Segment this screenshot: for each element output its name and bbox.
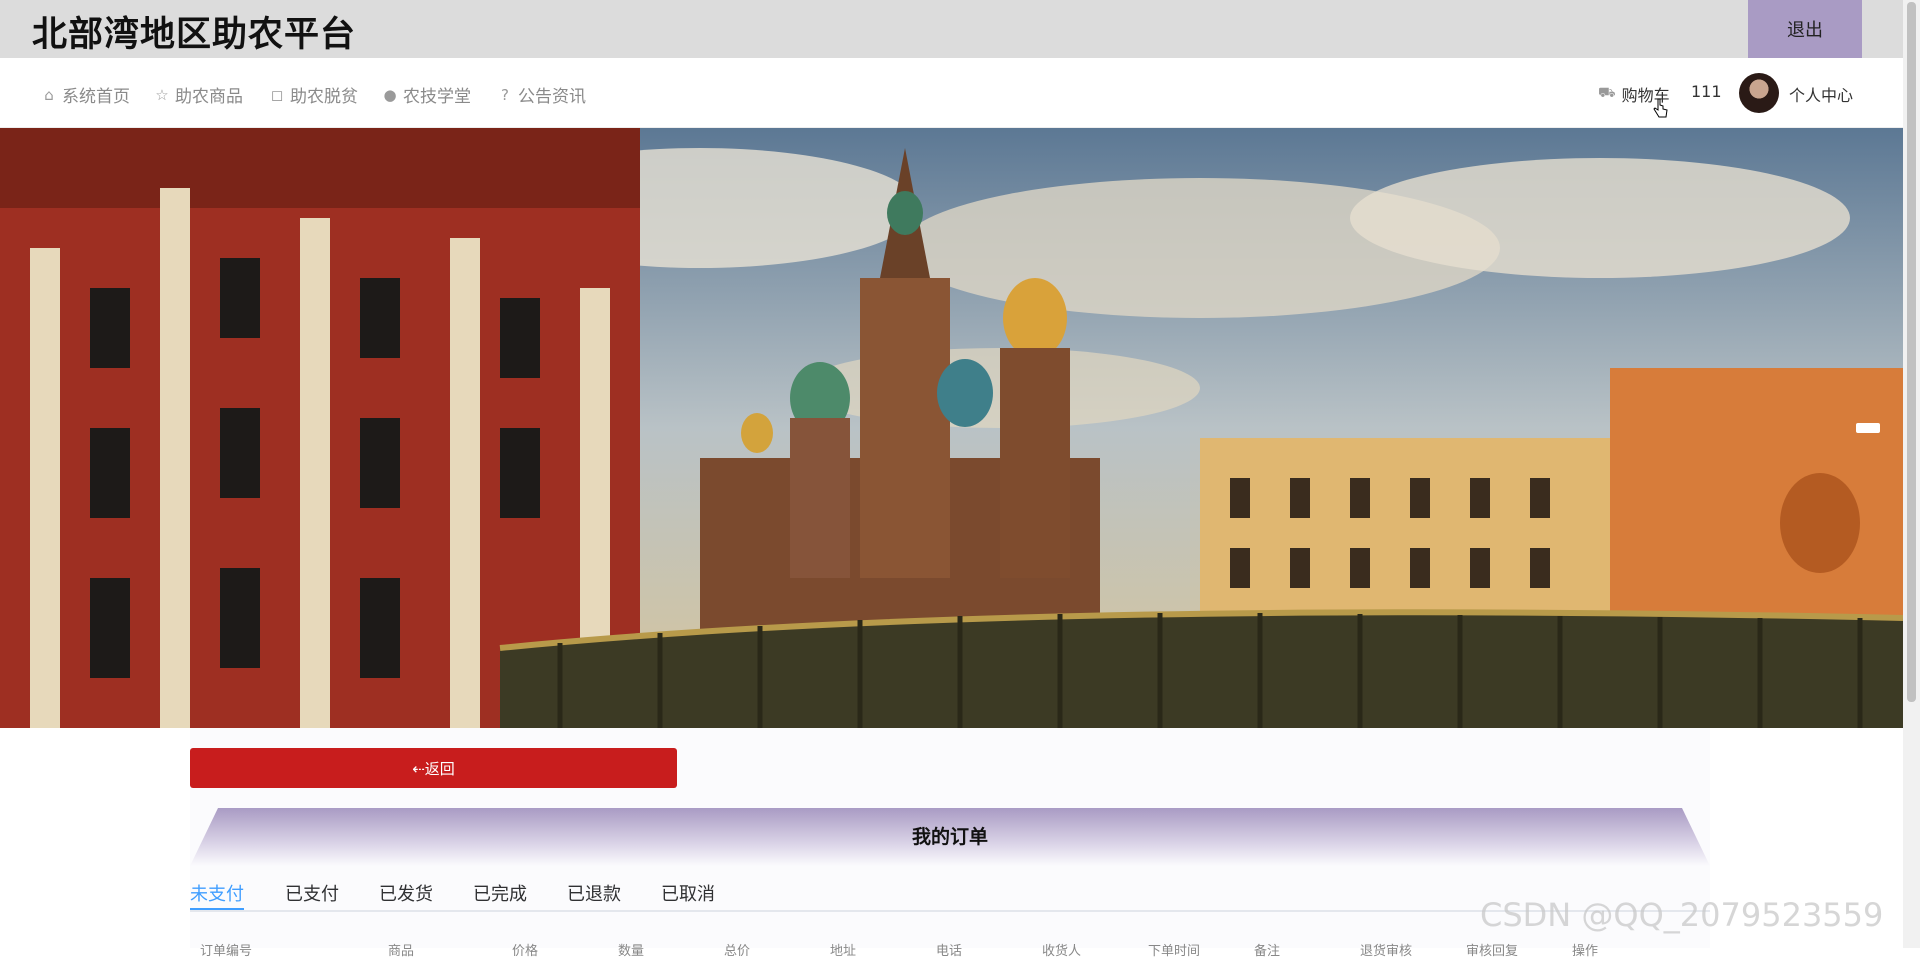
main-nav: ⌂ 系统首页 ☆ 助农商品 ◻ 助农脱贫 ● 农技学堂 ? 公告资讯 ⛟ 购物车… — [0, 58, 1903, 128]
column-header: 下单时间 — [1148, 944, 1201, 959]
orders-title: 我的订单 — [911, 826, 988, 848]
profile-link[interactable]: 个人中心 — [1789, 82, 1853, 106]
column-header: 审核回复 — [1466, 944, 1519, 959]
home-icon: ⌂ — [44, 85, 54, 104]
top-header-bar: 北部湾地区助农平台 退出 — [0, 0, 1903, 58]
column-header: 商品 — [388, 944, 415, 959]
nav-item-poverty-relief[interactable]: ◻ 助农脱贫 — [268, 82, 358, 108]
star-icon: ☆ — [155, 85, 169, 104]
nav-item-announcements[interactable]: ? 公告资讯 — [496, 82, 586, 108]
nav-item-label: 系统首页 — [62, 87, 130, 107]
site-title: 北部湾地区助农平台 — [32, 15, 357, 55]
scrollbar-thumb[interactable] — [1907, 2, 1916, 702]
username: 111 — [1691, 82, 1722, 101]
column-header: 数量 — [618, 944, 645, 959]
nav-item-home[interactable]: ⌂ 系统首页 — [40, 82, 130, 108]
nav-item-label: 助农商品 — [175, 87, 243, 107]
nav-item-label: 农技学堂 — [403, 87, 471, 107]
question-circle-icon: ? — [501, 85, 509, 104]
cathedral-scene-illustration — [0, 128, 1903, 728]
column-header: 收货人 — [1042, 944, 1082, 959]
cart-icon: ⛟ — [1598, 85, 1616, 101]
avatar[interactable] — [1739, 73, 1779, 113]
nav-item-products[interactable]: ☆ 助农商品 — [153, 82, 243, 108]
tab-cancelled[interactable]: 已取消 — [661, 880, 715, 906]
column-header: 备注 — [1254, 944, 1281, 959]
nav-item-label: 公告资讯 — [518, 87, 586, 107]
column-header: 价格 — [512, 944, 539, 959]
tab-completed[interactable]: 已完成 — [473, 880, 527, 906]
info-circle-icon: ● — [383, 85, 397, 104]
bag-icon: ◻ — [270, 85, 284, 104]
column-header: 地址 — [830, 944, 857, 959]
banner-image — [0, 128, 1903, 728]
column-header: 操作 — [1572, 944, 1599, 959]
tab-shipped[interactable]: 已发货 — [379, 880, 433, 906]
tab-refunded[interactable]: 已退款 — [567, 880, 621, 906]
tab-paid[interactable]: 已支付 — [285, 880, 339, 906]
tab-unpaid[interactable]: 未支付 — [190, 880, 244, 906]
column-header: 电话 — [936, 944, 963, 959]
nav-item-agri-school[interactable]: ● 农技学堂 — [381, 82, 471, 108]
column-header: 退货审核 — [1360, 944, 1413, 959]
logout-button[interactable]: 退出 — [1748, 0, 1862, 58]
pointer-cursor-icon — [1653, 98, 1668, 118]
nav-item-label: 助农脱贫 — [290, 87, 358, 107]
page-scrollbar[interactable] — [1903, 0, 1920, 948]
carousel-indicator[interactable] — [1856, 423, 1880, 433]
csdn-watermark: CSDN @QQ_2079523559 — [1480, 896, 1884, 934]
column-header: 订单编号 — [200, 944, 253, 959]
active-tab-indicator — [190, 908, 244, 910]
column-header: 总价 — [724, 944, 751, 959]
back-button[interactable]: ⇠返回 — [190, 748, 677, 788]
